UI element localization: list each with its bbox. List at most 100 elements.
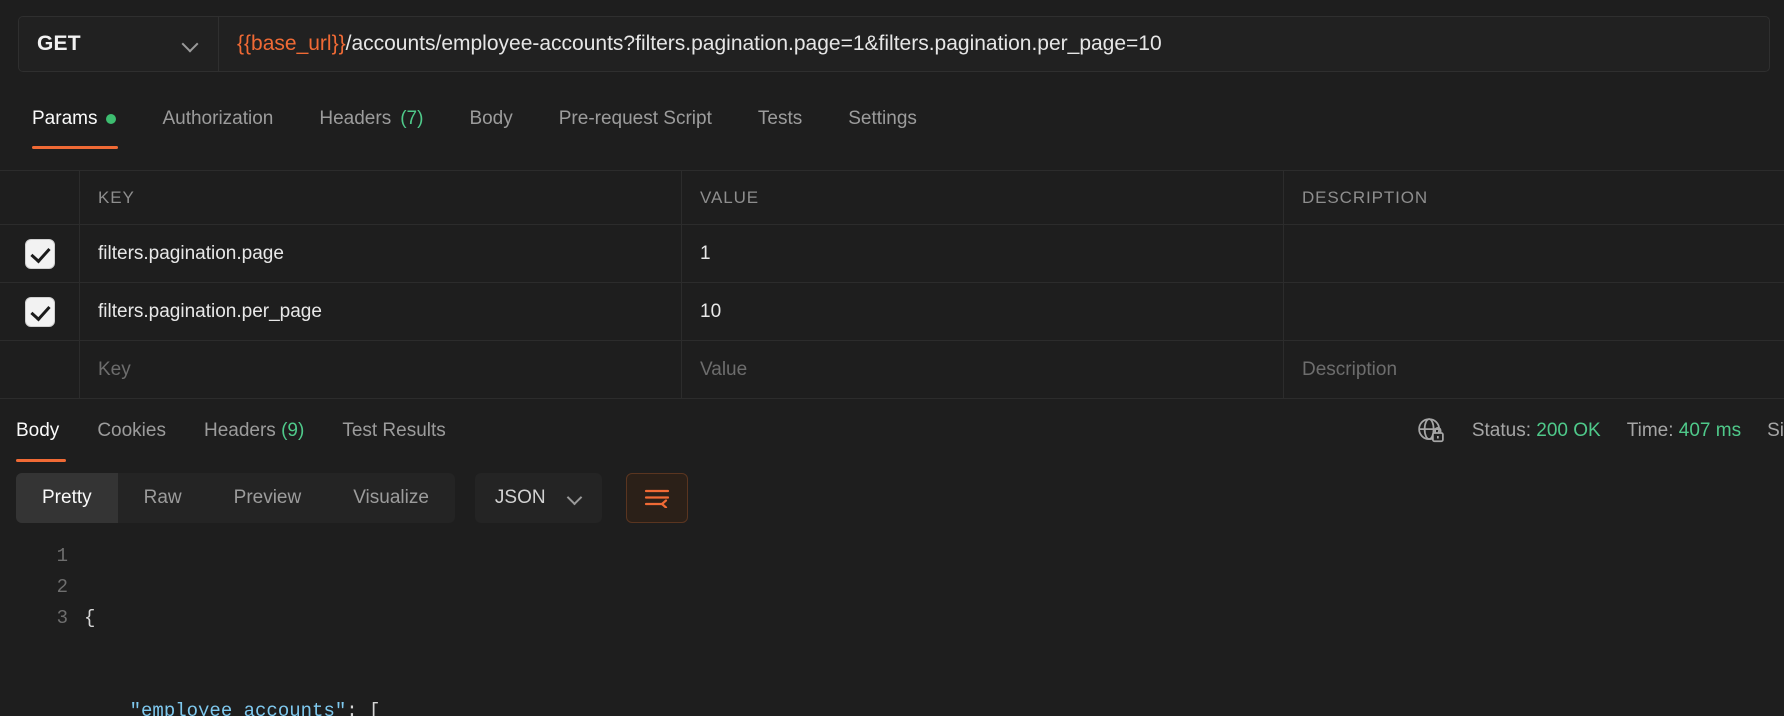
params-table: KEY VALUE DESCRIPTION filters.pagination… — [0, 170, 1784, 399]
row-value-text: 1 — [700, 242, 711, 264]
status-badge: 200 OK — [1536, 420, 1601, 441]
code-line: { — [84, 603, 380, 634]
header-key-label: KEY — [98, 187, 135, 207]
line-number: 2 — [56, 576, 68, 598]
tab-tests-label: Tests — [757, 108, 803, 129]
line-number: 3 — [56, 607, 68, 629]
tab-settings[interactable]: Settings — [848, 108, 941, 130]
row-value-text: 10 — [700, 300, 722, 322]
http-method-label: GET — [37, 32, 81, 55]
chevron-down-icon — [568, 491, 582, 505]
tab-params-label: Params — [32, 108, 98, 129]
tab-settings-label: Settings — [848, 108, 917, 129]
response-tab-headers[interactable]: Headers (9) — [204, 420, 304, 442]
code-line-numbers: 1 2 3 — [0, 541, 84, 716]
new-row-value-placeholder: Value — [700, 358, 748, 380]
status-label: Status: — [1471, 420, 1531, 441]
view-mode-pretty-label: Pretty — [42, 487, 92, 508]
row-description-cell[interactable] — [1284, 283, 1784, 340]
table-new-row[interactable]: Key Value Description — [0, 341, 1784, 399]
view-mode-pretty[interactable]: Pretty — [16, 473, 118, 523]
request-tabs: Params Authorization Headers (7) Body Pr… — [0, 88, 1784, 150]
new-row-key-input[interactable]: Key — [80, 341, 682, 398]
time-label: Time: — [1626, 420, 1674, 441]
response-tab-headers-label: Headers — [203, 420, 276, 441]
row-key-text: filters.pagination.page — [98, 242, 284, 264]
tab-authorization[interactable]: Authorization — [162, 108, 297, 130]
new-row-description-input[interactable]: Description — [1284, 341, 1784, 398]
code-token-punct: : [ — [346, 700, 381, 716]
response-view-toolbar: Pretty Raw Preview Visualize JSON — [0, 463, 1784, 533]
response-tabs: Body Cookies Headers (9) Test Results — [16, 420, 484, 462]
params-table-header-row: KEY VALUE DESCRIPTION — [0, 171, 1784, 225]
http-method-selector[interactable]: GET — [19, 17, 219, 71]
chevron-down-icon — [182, 36, 198, 52]
size-label: Si — [1767, 420, 1784, 441]
view-mode-preview-label: Preview — [233, 487, 302, 508]
tab-headers-label: Headers — [319, 108, 392, 129]
checkbox-icon[interactable] — [24, 238, 55, 269]
response-format-label: JSON — [494, 487, 546, 508]
table-row[interactable]: filters.pagination.page 1 — [0, 225, 1784, 283]
response-tab-cookies-label: Cookies — [97, 420, 166, 441]
view-mode-segmented-control: Pretty Raw Preview Visualize — [16, 473, 455, 523]
code-line: "employee_accounts": [ — [84, 696, 381, 716]
row-checkbox-cell[interactable] — [0, 283, 80, 340]
wrap-lines-button[interactable] — [625, 473, 688, 523]
response-tab-test-results-label: Test Results — [342, 420, 446, 441]
header-cell-key: KEY — [80, 171, 682, 224]
view-mode-visualize[interactable]: Visualize — [327, 473, 455, 523]
response-tab-test-results[interactable]: Test Results — [342, 420, 445, 442]
tab-pre-request-script[interactable]: Pre-request Script — [559, 108, 736, 130]
row-value-cell[interactable]: 1 — [682, 225, 1284, 282]
row-value-cell[interactable]: 10 — [682, 283, 1284, 340]
table-row[interactable]: filters.pagination.per_page 10 — [0, 283, 1784, 341]
tab-body-label: Body — [469, 108, 513, 129]
response-format-dropdown[interactable]: JSON — [474, 473, 602, 523]
row-key-cell[interactable]: filters.pagination.per_page — [80, 283, 682, 340]
view-mode-visualize-label: Visualize — [353, 487, 429, 508]
code-token-punct: { — [84, 607, 96, 629]
response-body-code[interactable]: 1 2 3 { "employee_accounts": [ { — [0, 533, 1784, 716]
header-cell-description: DESCRIPTION — [1284, 171, 1784, 224]
url-bar-container: GET {{base_url}}/accounts/employee-accou… — [0, 0, 1784, 88]
tab-authorization-label: Authorization — [162, 108, 274, 129]
new-row-key-placeholder: Key — [98, 358, 131, 380]
url-variable: {{base_url}} — [237, 32, 346, 55]
time-value: 407 ms — [1678, 420, 1742, 441]
row-checkbox-cell[interactable] — [0, 225, 80, 282]
row-key-text: filters.pagination.per_page — [98, 300, 322, 322]
checkbox-icon[interactable] — [24, 296, 55, 327]
new-row-checkbox-cell — [0, 341, 80, 398]
status-label-group: Status: 200 OK — [1472, 420, 1601, 442]
tab-headers[interactable]: Headers (7) — [319, 108, 447, 130]
response-tab-cookies[interactable]: Cookies — [97, 420, 166, 442]
tab-pre-request-script-label: Pre-request Script — [558, 108, 712, 129]
row-description-cell[interactable] — [1284, 225, 1784, 282]
tab-headers-count: (7) — [400, 108, 424, 129]
response-tab-body[interactable]: Body — [16, 420, 66, 462]
response-meta: Status: 200 OK Time: 407 ms Si — [1398, 399, 1784, 463]
tab-body[interactable]: Body — [469, 108, 536, 130]
url-bar: GET {{base_url}}/accounts/employee-accou… — [18, 16, 1770, 72]
wrap-lines-icon — [644, 489, 669, 508]
response-tab-headers-count: (9) — [281, 420, 305, 441]
view-mode-preview[interactable]: Preview — [208, 473, 328, 523]
code-token-key: "employee_accounts" — [129, 700, 347, 716]
header-cell-checkbox — [0, 171, 80, 224]
params-active-dot-icon — [106, 114, 117, 124]
header-description-label: DESCRIPTION — [1302, 187, 1429, 207]
new-row-value-input[interactable]: Value — [682, 341, 1284, 398]
url-input[interactable]: {{base_url}}/accounts/employee-accounts?… — [219, 17, 1769, 71]
view-mode-raw[interactable]: Raw — [118, 473, 208, 523]
tab-tests[interactable]: Tests — [758, 108, 826, 130]
active-tab-underline — [32, 146, 118, 149]
globe-lock-icon[interactable] — [1416, 416, 1446, 446]
view-mode-raw-label: Raw — [143, 487, 182, 508]
time-label-group: Time: 407 ms — [1627, 420, 1741, 442]
tab-params[interactable]: Params — [32, 108, 140, 149]
row-key-cell[interactable]: filters.pagination.page — [80, 225, 682, 282]
url-path: /accounts/employee-accounts?filters.pagi… — [345, 32, 1162, 55]
response-tabs-bar: Body Cookies Headers (9) Test Results St… — [0, 399, 1784, 463]
line-number: 1 — [56, 545, 68, 567]
